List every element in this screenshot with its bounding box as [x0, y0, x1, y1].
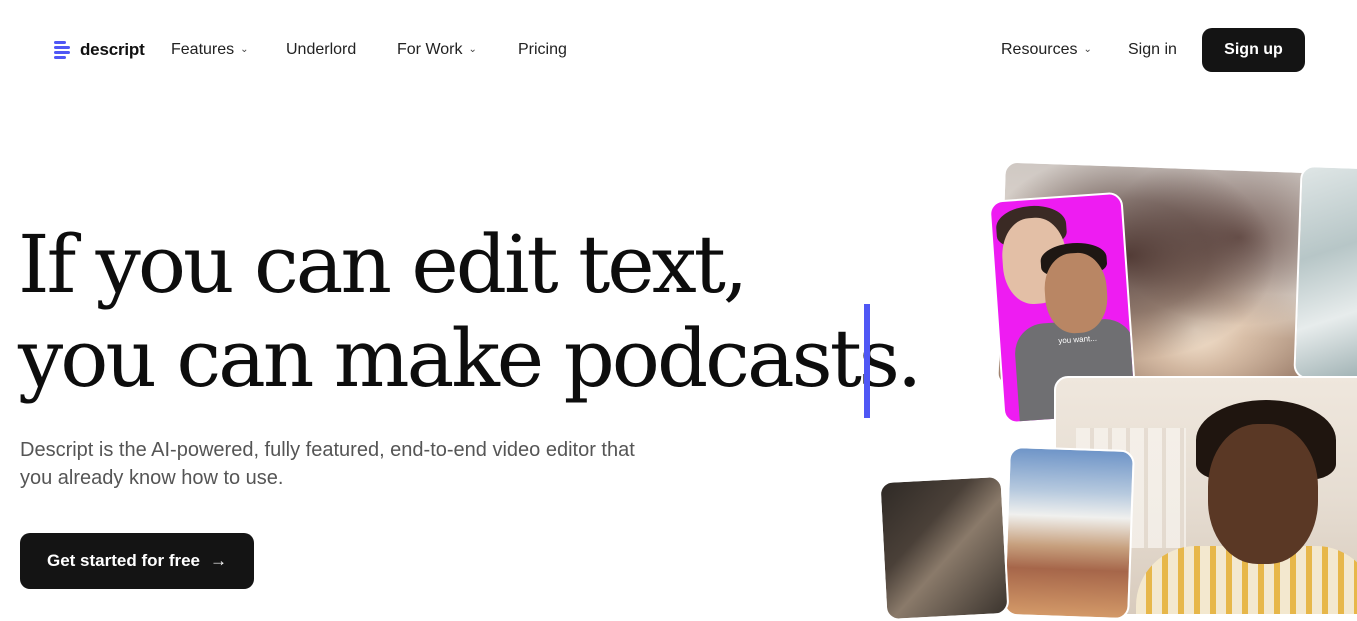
nav-pricing-label: Pricing [518, 41, 567, 58]
hero-headline: If you can edit text, you can make podca… [18, 218, 922, 406]
nav-underlord-label: Underlord [286, 41, 357, 58]
hero-subtitle: Descript is the AI-powered, fully featur… [20, 439, 635, 489]
woodworking-image [878, 474, 1010, 621]
nav-resources[interactable]: Resources ⌄ [1001, 41, 1092, 59]
descript-logo[interactable]: descript [52, 38, 145, 62]
sign-up-button[interactable]: Sign up [1202, 28, 1305, 72]
nav-resources-label: Resources [1001, 41, 1078, 58]
nav-features[interactable]: Features ⌄ [171, 41, 249, 59]
sign-in-label: Sign in [1128, 41, 1177, 58]
text-cursor [864, 304, 870, 418]
get-started-label: Get started for free [46, 551, 201, 570]
nav-underlord[interactable]: Underlord [286, 41, 356, 59]
chevron-down-icon: ⌄ [468, 43, 477, 55]
chevron-down-icon: ⌄ [1083, 43, 1092, 55]
chevron-down-icon: ⌄ [240, 43, 249, 55]
headline-line-2: you can make podcasts. [18, 312, 922, 405]
nav-for-work-label: For Work [397, 41, 463, 58]
headline-line-1: If you can edit text, [18, 218, 748, 311]
nav-features-label: Features [171, 41, 235, 58]
arrow-right-icon: → [210, 551, 228, 570]
nav-for-work[interactable]: For Work ⌄ [397, 41, 477, 59]
get-started-button[interactable]: Get started for free → [20, 533, 254, 589]
snowy-landscape-image [1293, 164, 1357, 382]
descript-logo-icon [52, 38, 72, 62]
brand-name: descript [80, 40, 145, 59]
nav-pricing[interactable]: Pricing [518, 41, 567, 59]
desert-canyon-image [1003, 445, 1135, 621]
top-nav: descript Features ⌄ Underlord For Work ⌄… [0, 0, 1357, 100]
sign-in-link[interactable]: Sign in [1128, 41, 1177, 59]
